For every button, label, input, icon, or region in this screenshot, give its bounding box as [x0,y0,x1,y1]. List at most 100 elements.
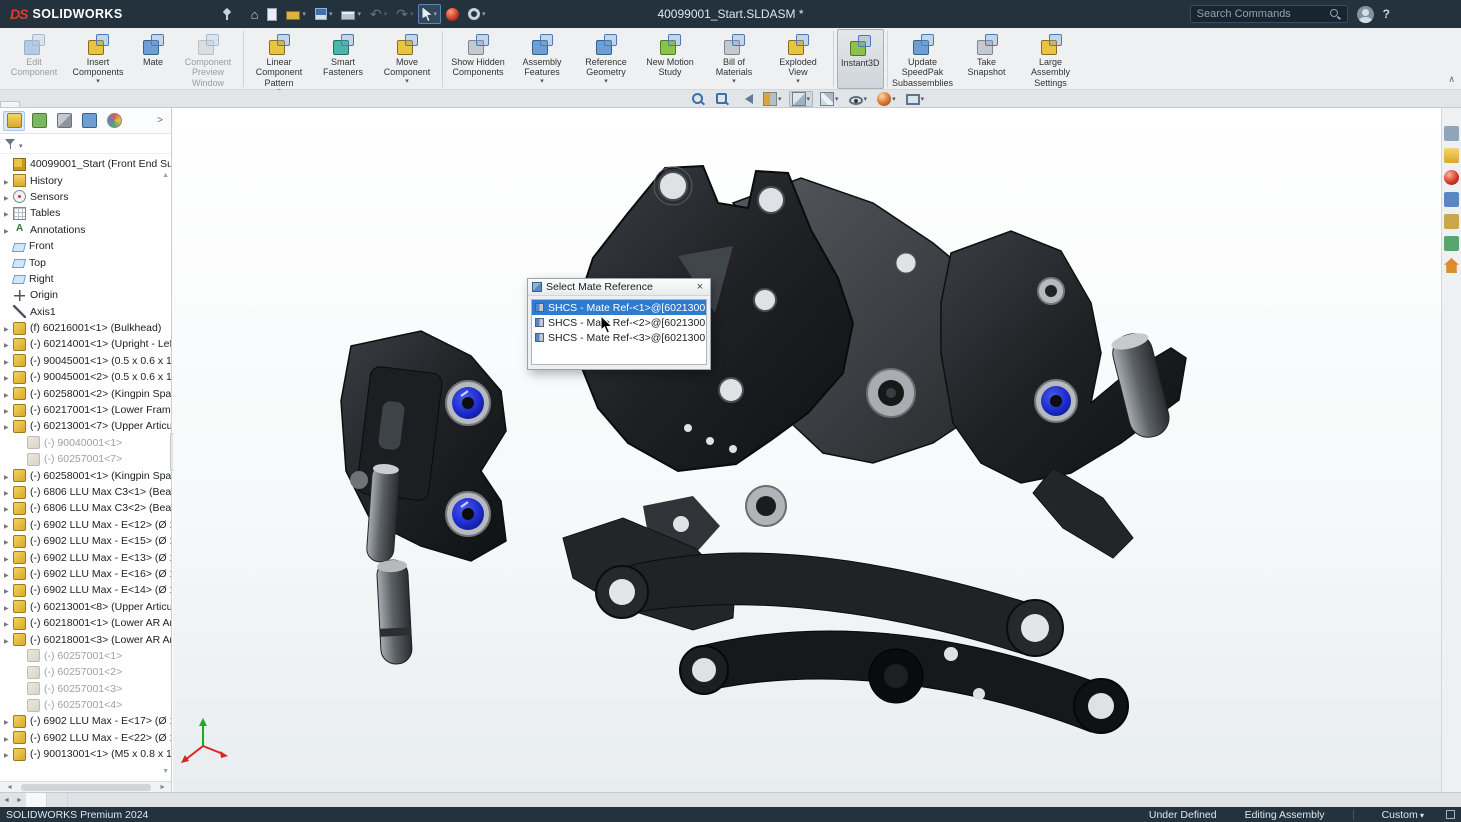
menu-item[interactable] [159,0,173,28]
print-button[interactable] [337,4,365,24]
component-preview-window-button[interactable]: Component Preview Window [176,29,240,89]
pin-menu-icon[interactable] [221,7,233,21]
tree-item[interactable]: Front [0,238,171,254]
search-commands-box[interactable]: Search Commands [1189,5,1348,23]
panel-expand-chevron-icon[interactable] [152,115,168,126]
tree-item[interactable]: (-) 60258001<2> (Kingpin Spac... [0,385,171,401]
select-button[interactable] [418,4,441,24]
tree-item[interactable]: (-) 6902 LLU Max - E<13> (Ø 1... [0,549,171,565]
section-view-button[interactable] [760,91,785,107]
ribbon-button[interactable] [442,31,443,87]
show-hidden-components-button[interactable]: Show Hidden Components [446,29,510,89]
mate-reference-option[interactable]: SHCS - Mate Ref-<1>@[60213001<7>] [532,300,706,315]
exploded-view-button[interactable]: Exploded View [766,29,830,89]
new-document-button[interactable] [263,4,281,24]
smart-fasteners-button[interactable]: Smart Fasteners [311,29,375,89]
tab-layout[interactable] [20,101,40,107]
home-button[interactable]: ⌂ [247,4,263,24]
tree-item[interactable]: (-) 60258001<1> (Kingpin Spac... [0,467,171,483]
expand-arrow-icon[interactable] [4,224,13,236]
expand-arrow-icon[interactable] [4,355,13,367]
tree-item[interactable]: Axis1 [0,304,171,320]
mate-reference-option[interactable]: SHCS - Mate Ref-<2>@[60213001<7>] [532,315,706,330]
menu-item[interactable] [131,0,145,28]
options-button[interactable] [464,4,490,24]
tab-solidworks-add-ins[interactable] [100,101,120,107]
expand-arrow-icon[interactable] [4,584,13,596]
expand-arrow-icon[interactable] [4,191,13,203]
ribbon-button[interactable] [886,31,888,87]
status-custom-dropdown[interactable]: Custom [1382,809,1424,821]
reference-geometry-button[interactable]: Reference Geometry [574,29,638,89]
displaymanager-tab[interactable] [103,111,125,131]
configurationmanager-tab[interactable] [53,111,75,131]
tab-evaluate[interactable] [80,101,100,107]
tree-item[interactable]: (-) 60213001<8> (Upper Articu... [0,599,171,615]
expand-arrow-icon[interactable] [4,502,13,514]
tree-item[interactable]: (-) 6902 LLU Max - E<12> (Ø 1... [0,517,171,533]
tab-assembly[interactable] [0,101,20,107]
expand-arrow-icon[interactable] [4,732,13,744]
bill-of-materials-button[interactable]: Bill of Materials [702,29,766,89]
panel-horizontal-scrollbar[interactable] [0,781,171,792]
filter-icon[interactable] [5,138,16,150]
view-orientation-button[interactable] [788,91,814,107]
save-button[interactable] [311,4,337,24]
expand-arrow-icon[interactable] [4,715,13,727]
tree-item[interactable]: (-) 90045001<2> (0.5 x 0.6 x 1 B... [0,369,171,385]
take-snapshot-button[interactable]: Take Snapshot [955,29,1019,89]
rebuild-button[interactable] [442,4,463,24]
expand-arrow-icon[interactable] [4,371,13,383]
insert-components-button[interactable]: Insert Components [66,29,130,89]
tree-item[interactable]: (-) 60257001<1> [0,648,171,664]
graphics-area[interactable] [173,108,1441,792]
expand-arrow-icon[interactable] [4,535,13,547]
propertymanager-tab[interactable] [28,111,50,131]
expand-arrow-icon[interactable] [4,470,13,482]
expand-arrow-icon[interactable] [4,617,13,629]
expand-arrow-icon[interactable] [4,175,13,187]
zoom-to-fit-button[interactable] [688,91,708,107]
tree-root-item[interactable]: 40099001_Start (Front End Sub Asse [0,156,171,172]
motion-study-1-tab[interactable] [47,793,68,807]
menu-item[interactable] [145,0,159,28]
move-component-button[interactable]: Move Component [375,29,439,89]
tree-item[interactable]: (-) 6806 LLU Max C3<2> (Beari... [0,500,171,516]
large-assembly-settings-button[interactable]: Large Assembly Settings [1019,29,1083,89]
dimxpertmanager-tab[interactable] [78,111,100,131]
tree-item[interactable]: (-) 60213001<7> (Upper Articu... [0,418,171,434]
tree-scroll-up-icon[interactable] [162,164,169,182]
tree-item[interactable]: (-) 60217001<1> (Lower Frame... [0,402,171,418]
redo-button[interactable]: ↷ [392,4,417,24]
tree-item[interactable]: (-) 90040001<1> [0,435,171,451]
new-motion-study-button[interactable]: New Motion Study [638,29,702,89]
linear-component-pattern-button[interactable]: Linear Component Pattern [247,29,311,89]
expand-arrow-icon[interactable] [4,404,13,416]
tab-scroll-left-icon[interactable] [0,793,13,807]
mate-reference-option[interactable]: SHCS - Mate Ref-<3>@[60213001<7>] [532,330,706,345]
tree-item[interactable]: Right [0,271,171,287]
expand-arrow-icon[interactable] [4,552,13,564]
help-button[interactable]: ? [1383,7,1390,21]
user-avatar[interactable] [1356,5,1374,23]
tab-scroll-right-icon[interactable] [13,793,26,807]
tab-sketch[interactable] [40,101,60,107]
dialog-titlebar[interactable]: Select Mate Reference × [528,279,710,296]
tree-item[interactable]: (-) 6902 LLU Max - E<15> (Ø 1... [0,533,171,549]
filter-dropdown-icon[interactable] [19,135,23,153]
tab-markup[interactable] [60,101,80,107]
expand-arrow-icon[interactable] [4,486,13,498]
ribbon-button[interactable] [243,31,244,87]
update-speedpak-button[interactable]: Update SpeedPak Subassemblies [891,29,955,89]
tree-item[interactable]: (-) 6902 LLU Max - E<16> (Ø 1... [0,566,171,582]
tree-item[interactable]: (-) 60257001<7> [0,451,171,467]
open-button[interactable] [282,4,310,24]
expand-arrow-icon[interactable] [4,322,13,334]
tree-item[interactable]: (-) 6902 LLU Max - E<14> (Ø 1... [0,582,171,598]
tree-item[interactable]: (-) 60218001<1> (Lower AR Ar... [0,615,171,631]
tree-item[interactable]: Sensors [0,189,171,205]
assembly-features-button[interactable]: Assembly Features [510,29,574,89]
view-settings-button[interactable] [903,91,928,107]
tree-item[interactable]: (-) 6806 LLU Max C3<1> (Beari... [0,484,171,500]
expand-arrow-icon[interactable] [4,634,13,646]
